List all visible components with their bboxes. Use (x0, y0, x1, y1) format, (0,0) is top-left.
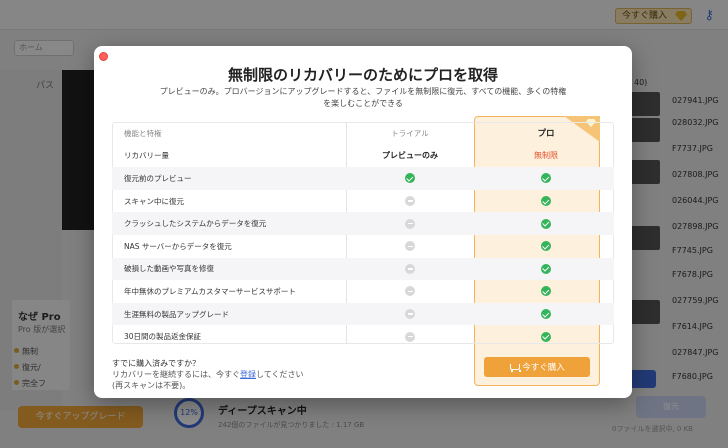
check-icon (541, 173, 551, 184)
pro-cell (492, 280, 600, 303)
feature-label: 生涯無料の製品アップグレード (124, 309, 229, 319)
pro-cell (492, 258, 600, 281)
close-button[interactable] (99, 52, 108, 61)
table-header-row: 機能と特権 トライアル プロ (112, 122, 614, 145)
already-purchased-question: すでに購入済みですか？ (112, 359, 201, 368)
feature-label: 年中無休のプレミアムカスタマーサービスサポート (124, 286, 296, 296)
table-row: NAS サーバーからデータを復元 (112, 235, 614, 258)
trial-cell (346, 303, 474, 326)
check-icon (541, 331, 551, 342)
trial-cell (346, 280, 474, 303)
dialog-description: プレビューのみ。プロバージョンにアップグレードすると、ファイルを無制限に復元、す… (159, 87, 567, 108)
pro-cell (492, 212, 600, 235)
register-instruction: リカバリーを継続するには、今すぐ登録してください (112, 369, 304, 380)
minus-icon (405, 241, 415, 252)
pro-cell (492, 190, 600, 213)
pro-cell (492, 303, 600, 326)
cart-icon (509, 363, 522, 372)
register-text-post: してください (256, 370, 304, 379)
register-link[interactable]: 登録 (240, 370, 256, 379)
minus-icon (405, 309, 415, 320)
header-trial: トライアル (391, 128, 429, 138)
table-row: 破損した動画や写真を修復 (112, 257, 614, 281)
register-text-pre: リカバリーを継続するには、今すぐ (112, 370, 240, 379)
trial-cell (346, 235, 474, 258)
trial-value-text: プレビューのみ (382, 151, 438, 161)
minus-icon (405, 331, 415, 342)
minus-icon (405, 286, 415, 297)
minus-icon (405, 218, 415, 229)
check-icon (541, 241, 551, 252)
pro-cell (492, 325, 600, 348)
upgrade-dialog: 無制限のリカバリーのためにプロを取得 プレビューのみ。プロバージョンにアップグレ… (94, 46, 632, 398)
comparison-table: 機能と特権 トライアル プロ リカバリー量 プレビューのみ 無制限復元前のプレビュー… (112, 122, 614, 344)
feature-label: スキャン中に復元 (124, 196, 184, 206)
pro-value-text: 無制限 (534, 151, 558, 161)
trial-cell (346, 212, 474, 235)
trial-cell (346, 325, 474, 348)
check-icon (541, 196, 551, 207)
table-row: 年中無休のプレミアムカスタマーサービスサポート (112, 280, 614, 303)
pro-cell (492, 167, 600, 190)
header-feature: 機能と特権 (124, 128, 162, 138)
header-pro: プロ (537, 129, 555, 140)
no-rescan-note: (再スキャンは不要)。 (112, 381, 191, 390)
table-row: リカバリー量 プレビューのみ 無制限 (112, 145, 614, 168)
trial-cell (346, 167, 474, 190)
check-icon (541, 286, 551, 297)
table-row: スキャン中に復元 (112, 190, 614, 213)
table-row: クラッシュしたシステムからデータを復元 (112, 212, 614, 235)
feature-label: クラッシュしたシステムからデータを復元 (124, 219, 267, 229)
buy-now-button[interactable]: 今すぐ購入 (484, 357, 590, 377)
pro-cell (492, 235, 600, 258)
minus-icon (405, 263, 415, 274)
check-icon (541, 309, 551, 320)
trial-cell (346, 190, 474, 213)
feature-label: 30日間の製品返金保証 (124, 332, 202, 342)
check-icon (405, 173, 415, 184)
feature-label: 復元前のプレビュー (124, 173, 192, 183)
buy-now-label: 今すぐ購入 (522, 363, 565, 373)
feature-label: リカバリー量 (124, 151, 169, 161)
table-row: 生涯無料の製品アップグレード (112, 302, 614, 326)
feature-label: NAS サーバーからデータを復元 (124, 241, 232, 251)
trial-value: プレビューのみ (346, 145, 474, 168)
feature-label: 破損した動画や写真を修復 (124, 264, 214, 274)
table-row: 30日間の製品返金保証 (112, 325, 614, 348)
trial-cell (346, 258, 474, 281)
dialog-title: 無制限のリカバリーのためにプロを取得 (227, 66, 498, 84)
check-icon (541, 263, 551, 274)
table-row: 復元前のプレビュー (112, 167, 614, 190)
minus-icon (405, 196, 415, 207)
check-icon (541, 218, 551, 229)
pro-value: 無制限 (492, 145, 600, 168)
